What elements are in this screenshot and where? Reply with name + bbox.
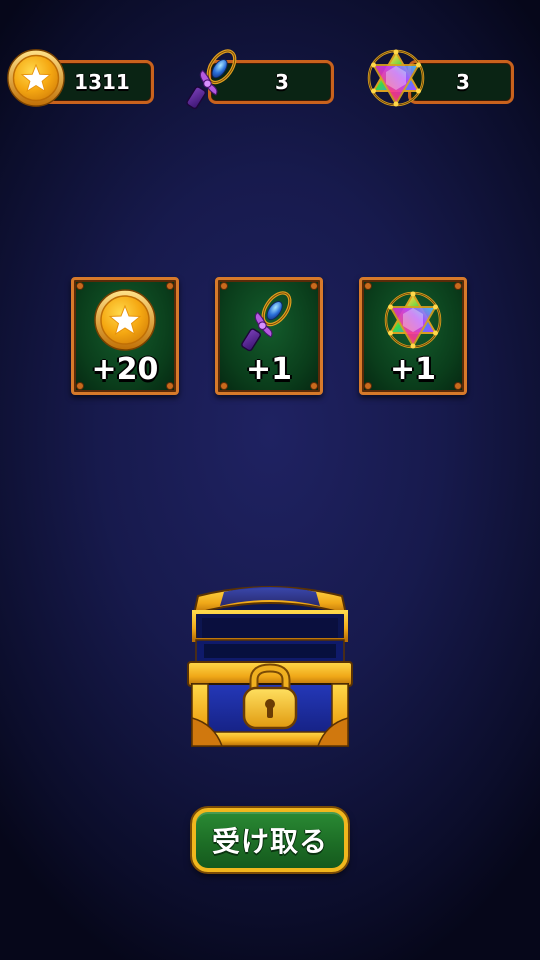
gold-coin-star-icon — [6, 48, 66, 108]
claim-button-label: 受け取る — [211, 825, 328, 858]
reward-amount: +1 — [389, 352, 436, 387]
reward-amount: +20 — [91, 352, 159, 387]
coin-count: 1311 — [74, 70, 130, 94]
rainbow-hexagram-icon — [381, 288, 445, 352]
magic-wand-icon — [184, 44, 244, 112]
reward-card-wands: +1 — [215, 277, 323, 395]
claim-button[interactable]: 受け取る — [192, 808, 348, 872]
rainbow-hexagram-icon — [364, 46, 428, 110]
reward-card-hexagrams: +1 — [359, 277, 467, 395]
reward-amount: +1 — [245, 352, 292, 387]
hexagram-count: 3 — [456, 70, 470, 94]
gold-coin-star-icon — [93, 288, 157, 352]
locked-treasure-chest-icon — [187, 586, 353, 747]
reward-card-coins: +20 — [71, 277, 179, 395]
magic-wand-icon — [237, 288, 301, 352]
wand-count: 3 — [275, 70, 289, 94]
